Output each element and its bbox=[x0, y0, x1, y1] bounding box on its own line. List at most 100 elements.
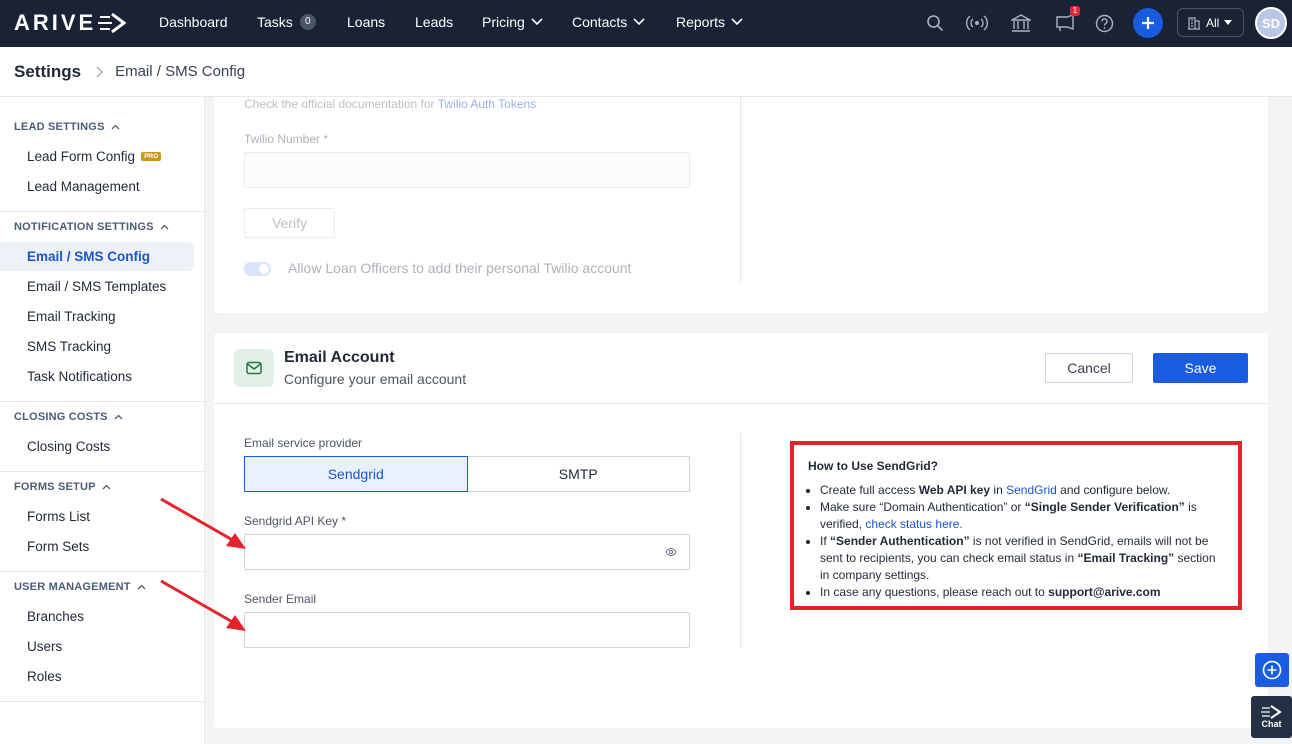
twilio-doc-text: Check the official documentation for Twi… bbox=[244, 97, 536, 111]
scope-select-value: All bbox=[1206, 15, 1220, 30]
provider-option-sendgrid[interactable]: Sendgrid bbox=[244, 456, 468, 492]
nav-leads-label: Leads bbox=[415, 14, 454, 30]
logo-text: ARIVE bbox=[14, 10, 97, 35]
mail-icon bbox=[234, 349, 274, 387]
chevron-right-icon bbox=[96, 66, 104, 77]
sidebar-item-label: Forms List bbox=[27, 509, 91, 524]
sidebar-item-label: Form Sets bbox=[27, 539, 90, 554]
nav-contacts-label: Contacts bbox=[572, 14, 628, 30]
howto-step: Make sure “Domain Authentication” or “Si… bbox=[820, 499, 1224, 533]
sidebar-item-label: Branches bbox=[27, 609, 85, 624]
personal-twilio-toggle[interactable] bbox=[244, 262, 271, 276]
nav-contacts[interactable]: Contacts bbox=[572, 14, 645, 30]
howto-step: Create full access Web API key in SendGr… bbox=[820, 482, 1224, 499]
section-title: CLOSING COSTS bbox=[14, 411, 108, 423]
howto-bold: “Sender Authentication” bbox=[830, 534, 970, 548]
sidebar-item-email-sms-config[interactable]: Email / SMS Config bbox=[27, 249, 150, 264]
personal-twilio-toggle-label: Allow Loan Officers to add their persona… bbox=[288, 260, 632, 276]
announcements-icon[interactable]: 1 bbox=[1054, 6, 1080, 34]
sendgrid-api-key-input[interactable] bbox=[244, 534, 690, 570]
section-closing-costs[interactable]: CLOSING COSTS bbox=[14, 411, 123, 423]
chevron-down-icon bbox=[531, 18, 543, 26]
section-title: FORMS SETUP bbox=[14, 481, 96, 493]
pro-badge: PRO bbox=[141, 152, 162, 161]
howto-text: If bbox=[820, 534, 831, 548]
email-account-subtitle: Configure your email account bbox=[284, 371, 467, 387]
twilio-settings-card: Check the official documentation for Twi… bbox=[214, 97, 1268, 313]
doc-text-prefix: Check the official documentation for bbox=[244, 97, 435, 111]
nav-pricing[interactable]: Pricing bbox=[482, 14, 543, 30]
twilio-number-label: Twilio Number * bbox=[244, 132, 329, 146]
floating-add-button[interactable] bbox=[1255, 653, 1289, 687]
search-icon[interactable] bbox=[924, 12, 946, 34]
sidebar-item-label: Email / SMS Config bbox=[27, 249, 151, 264]
column-divider bbox=[740, 433, 741, 648]
annotation-arrow-icon bbox=[160, 497, 246, 549]
save-button[interactable]: Save bbox=[1153, 353, 1248, 383]
sidebar-item-label: Roles bbox=[27, 669, 62, 684]
nav-leads[interactable]: Leads bbox=[415, 14, 453, 30]
section-user-management[interactable]: USER MANAGEMENT bbox=[14, 581, 146, 593]
nav-dashboard[interactable]: Dashboard bbox=[159, 14, 228, 30]
sidebar-item-label: Users bbox=[27, 639, 63, 654]
chat-button[interactable]: Chat bbox=[1251, 696, 1292, 738]
sidebar-item-email-tracking[interactable]: Email Tracking bbox=[27, 309, 116, 324]
chevron-up-icon bbox=[137, 584, 146, 590]
section-lead-settings[interactable]: LEAD SETTINGS bbox=[14, 121, 120, 133]
verify-button[interactable]: Verify bbox=[244, 208, 335, 238]
arive-logo[interactable]: ARIVE bbox=[14, 10, 128, 36]
user-avatar[interactable]: SD bbox=[1255, 7, 1287, 39]
sidebar-item-roles[interactable]: Roles bbox=[27, 669, 62, 684]
tasks-count-badge: 0 bbox=[299, 14, 316, 30]
chevron-down-icon bbox=[633, 18, 645, 26]
sidebar-item-label: Lead Form Config bbox=[27, 149, 136, 164]
howto-title: How to Use SendGrid? bbox=[808, 459, 939, 473]
sidebar-divider bbox=[0, 571, 204, 572]
bank-icon[interactable] bbox=[1010, 12, 1032, 34]
sidebar-item-lead-form-config[interactable]: Lead Form Config PRO bbox=[27, 149, 162, 164]
caret-down-icon bbox=[1224, 20, 1233, 25]
sidebar-divider bbox=[0, 211, 204, 212]
sidebar-item-closing-costs[interactable]: Closing Costs bbox=[27, 439, 110, 454]
sidebar-item-branches[interactable]: Branches bbox=[27, 609, 84, 624]
chevron-down-icon bbox=[731, 18, 743, 26]
sidebar-item-users[interactable]: Users bbox=[27, 639, 62, 654]
sender-email-input[interactable] bbox=[244, 612, 690, 648]
chat-arrow-icon bbox=[1260, 705, 1282, 719]
cancel-button[interactable]: Cancel bbox=[1045, 353, 1133, 383]
page-title[interactable]: Settings bbox=[14, 62, 81, 82]
email-account-header: Email Account Configure your email accou… bbox=[214, 333, 1268, 404]
sidebar-item-lead-management[interactable]: Lead Management bbox=[27, 179, 140, 194]
create-new-button[interactable] bbox=[1133, 8, 1163, 38]
column-divider bbox=[740, 97, 741, 282]
sendgrid-link[interactable]: SendGrid bbox=[1006, 483, 1057, 497]
broadcast-icon[interactable] bbox=[966, 12, 988, 34]
section-forms-setup[interactable]: FORMS SETUP bbox=[14, 481, 111, 493]
help-icon[interactable] bbox=[1093, 12, 1115, 34]
building-icon bbox=[1188, 16, 1200, 30]
sidebar-item-sms-tracking[interactable]: SMS Tracking bbox=[27, 339, 111, 354]
nav-reports[interactable]: Reports bbox=[676, 14, 743, 30]
nav-tasks[interactable]: Tasks 0 bbox=[257, 14, 316, 30]
nav-loans[interactable]: Loans bbox=[347, 14, 385, 30]
twilio-number-input[interactable] bbox=[244, 152, 690, 188]
section-notification-settings[interactable]: NOTIFICATION SETTINGS bbox=[14, 221, 169, 233]
sidebar-item-form-sets[interactable]: Form Sets bbox=[27, 539, 89, 554]
top-navigation-bar: ARIVE Dashboard Tasks 0 Loans Leads Prici… bbox=[0, 0, 1292, 47]
sidebar-item-label: Lead Management bbox=[27, 179, 140, 194]
howto-text: and configure below. bbox=[1056, 483, 1171, 497]
section-title: NOTIFICATION SETTINGS bbox=[14, 221, 154, 233]
plus-circle-icon bbox=[1262, 660, 1282, 680]
sidebar-item-forms-list[interactable]: Forms List bbox=[27, 509, 90, 524]
check-status-link[interactable]: check status here. bbox=[865, 517, 962, 531]
eye-icon[interactable] bbox=[665, 546, 677, 558]
sidebar-divider bbox=[0, 401, 204, 402]
sidebar-divider bbox=[0, 471, 204, 472]
provider-option-smtp[interactable]: SMTP bbox=[467, 456, 690, 492]
twilio-auth-tokens-link[interactable]: Twilio Auth Tokens bbox=[438, 97, 537, 111]
sidebar-item-email-sms-templates[interactable]: Email / SMS Templates bbox=[27, 279, 166, 294]
sidebar-item-label: Closing Costs bbox=[27, 439, 111, 454]
nav-tasks-label: Tasks bbox=[257, 14, 293, 30]
sidebar-item-task-notifications[interactable]: Task Notifications bbox=[27, 369, 132, 384]
scope-select[interactable]: All bbox=[1177, 8, 1244, 37]
